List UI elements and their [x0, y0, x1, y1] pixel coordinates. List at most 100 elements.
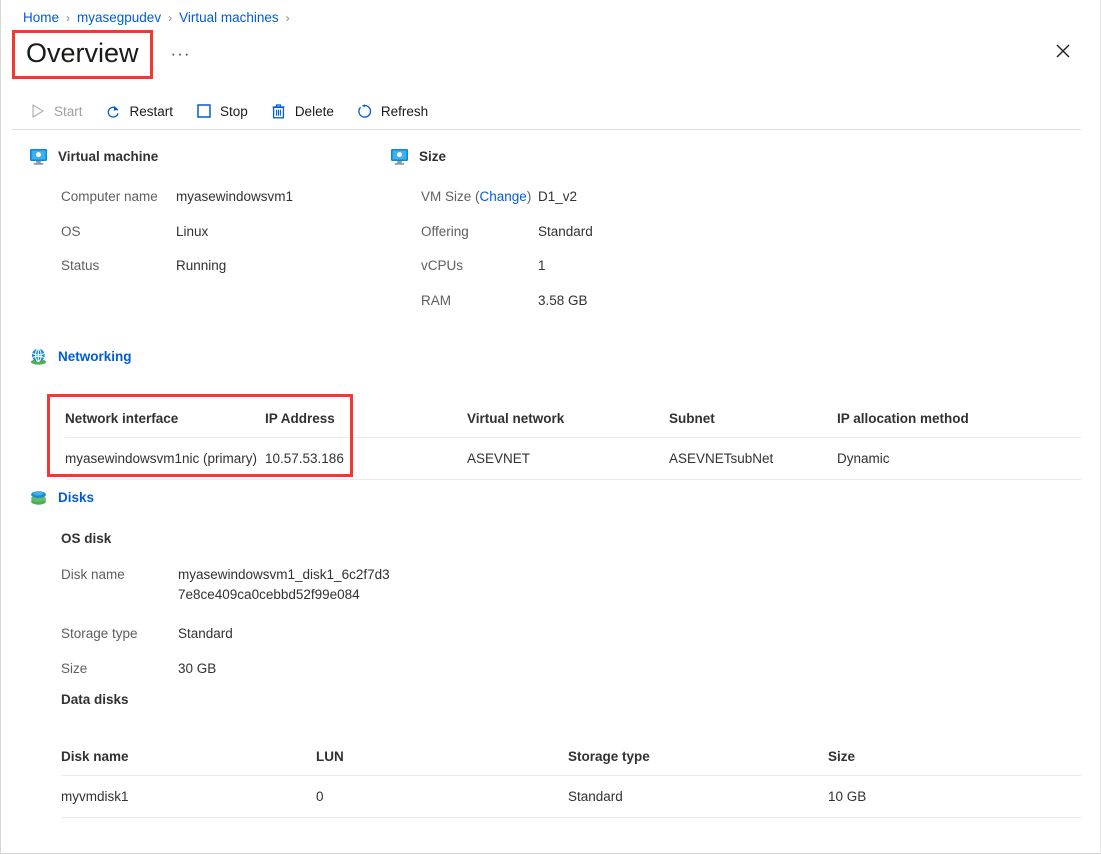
column-disk-name: Disk name	[61, 749, 316, 776]
property-row: OS Linux	[61, 222, 293, 242]
column-size: Size	[828, 749, 1081, 776]
cell-virtual-network: ASEVNET	[467, 437, 669, 480]
vm-size-change-link[interactable]: Change	[480, 189, 527, 204]
ram-value: 3.58 GB	[538, 292, 588, 308]
section-networking-header: Networking	[29, 347, 132, 366]
refresh-label: Refresh	[380, 103, 429, 119]
stop-icon	[195, 103, 212, 120]
property-row: Computer name myasewindowsvm1	[61, 187, 293, 207]
stop-button[interactable]: Stop	[195, 103, 248, 120]
column-virtual-network: Virtual network	[467, 411, 669, 438]
ram-label: RAM	[421, 292, 451, 308]
monitor-icon	[390, 147, 409, 166]
vm-size-value: D1_v2	[538, 189, 578, 204]
section-disks-header: Disks	[29, 488, 94, 507]
table-row[interactable]: myasewindowsvm1nic (primary) 10.57.53.18…	[65, 437, 1081, 480]
restart-label: Restart	[129, 103, 174, 119]
toolbar-divider	[12, 129, 1081, 130]
os-disk-name-value: myasewindowsvm1_disk1_6c2f7d3 7e8ce409ca…	[178, 567, 390, 602]
column-ip-address: IP Address	[265, 411, 467, 438]
command-bar: Start Restart Stop Delete Refresh	[29, 98, 450, 124]
breadcrumb: Home › myasegpudev › Virtual machines ›	[23, 10, 297, 25]
os-disk-properties: Disk name myasewindowsvm1_disk1_6c2f7d3 …	[61, 565, 390, 693]
more-options-button[interactable]: ···	[165, 45, 197, 63]
os-disk-storage-type-value: Standard	[178, 626, 233, 642]
section-virtual-machine-title: Virtual machine	[58, 149, 159, 164]
section-disks-title[interactable]: Disks	[58, 490, 94, 505]
property-row: Storage type Standard	[61, 624, 390, 644]
vm-size-label-paren: )	[526, 189, 532, 204]
trash-icon	[270, 103, 287, 120]
networking-table: Network interface IP Address Virtual net…	[65, 411, 1081, 480]
delete-label: Delete	[294, 103, 334, 119]
cell-subnet: ASEVNETsubNet	[669, 437, 837, 480]
property-row: vCPUs 1	[421, 256, 593, 276]
cell-lun: 0	[316, 775, 568, 818]
property-row: Size 30 GB	[61, 659, 390, 679]
chevron-right-icon: ›	[168, 10, 173, 25]
start-label: Start	[54, 103, 83, 119]
column-lun: LUN	[316, 749, 568, 776]
table-header-row: Network interface IP Address Virtual net…	[65, 411, 1081, 438]
vcpus-value: 1	[538, 258, 546, 274]
breadcrumb-item-home[interactable]: Home	[23, 10, 59, 25]
breadcrumb-item-myasegpudev[interactable]: myasegpudev	[77, 10, 161, 25]
disk-icon	[29, 488, 48, 507]
offering-label: Offering	[421, 223, 469, 239]
column-network-interface: Network interface	[65, 411, 265, 438]
offering-value: Standard	[538, 223, 593, 239]
vm-size-label-text: VM Size (	[421, 189, 480, 204]
property-row: VM Size (Change) D1_v2	[421, 187, 593, 207]
os-disk-name-label: Disk name	[61, 567, 125, 582]
os-value: Linux	[176, 223, 209, 239]
status-label: Status	[61, 258, 100, 274]
chevron-right-icon: ›	[285, 10, 290, 25]
page-title: Overview	[12, 30, 153, 79]
azure-vm-overview-page: Home › myasegpudev › Virtual machines › …	[0, 0, 1101, 854]
os-disk-size-value: 30 GB	[178, 660, 217, 676]
globe-icon	[29, 347, 48, 366]
computer-name-value: myasewindowsvm1	[176, 189, 294, 204]
cell-size: 10 GB	[828, 775, 1081, 818]
property-row: Offering Standard	[421, 222, 593, 242]
cell-ip-address: 10.57.53.186	[265, 437, 467, 480]
column-storage-type: Storage type	[568, 749, 828, 776]
cell-storage-type: Standard	[568, 775, 828, 818]
play-icon	[29, 103, 46, 120]
breadcrumb-item-virtual-machines[interactable]: Virtual machines	[179, 10, 279, 25]
page-title-row: Overview ···	[12, 30, 197, 79]
table-header-row: Disk name LUN Storage type Size	[61, 749, 1081, 776]
section-networking-title[interactable]: Networking	[58, 349, 132, 364]
section-size-header: Size	[390, 147, 446, 166]
start-button[interactable]: Start	[29, 103, 83, 120]
stop-label: Stop	[220, 103, 248, 119]
data-disks-table: Disk name LUN Storage type Size myvmdisk…	[61, 749, 1081, 818]
os-label: OS	[61, 223, 81, 239]
delete-button[interactable]: Delete	[270, 103, 334, 120]
os-disk-subheading: OS disk	[61, 531, 112, 546]
chevron-right-icon: ›	[66, 10, 71, 25]
column-ip-allocation-method: IP allocation method	[837, 411, 1081, 438]
refresh-button[interactable]: Refresh	[356, 103, 428, 120]
cell-disk-name: myvmdisk1	[61, 775, 316, 818]
virtual-machine-properties: Computer name myasewindowsvm1 OS Linux S…	[61, 187, 293, 291]
column-subnet: Subnet	[669, 411, 837, 438]
cell-network-interface: myasewindowsvm1nic (primary)	[65, 437, 265, 480]
close-icon[interactable]	[1051, 39, 1075, 63]
status-value: Running	[176, 258, 227, 274]
computer-name-label: Computer name	[61, 189, 158, 204]
refresh-icon	[356, 103, 373, 120]
data-disks-subheading: Data disks	[61, 692, 129, 707]
vm-size-label: VM Size (Change)	[421, 187, 538, 207]
property-row: RAM 3.58 GB	[421, 291, 593, 311]
restart-button[interactable]: Restart	[105, 103, 174, 120]
section-virtual-machine-header: Virtual machine	[29, 147, 158, 166]
monitor-icon	[29, 147, 48, 166]
os-disk-storage-type-label: Storage type	[61, 626, 138, 642]
table-row[interactable]: myvmdisk1 0 Standard 10 GB	[61, 775, 1081, 818]
vcpus-label: vCPUs	[421, 258, 464, 274]
restart-icon	[105, 103, 122, 120]
os-disk-size-label: Size	[61, 660, 88, 676]
size-properties: VM Size (Change) D1_v2 Offering Standard…	[421, 187, 593, 325]
section-size-title: Size	[419, 149, 447, 164]
